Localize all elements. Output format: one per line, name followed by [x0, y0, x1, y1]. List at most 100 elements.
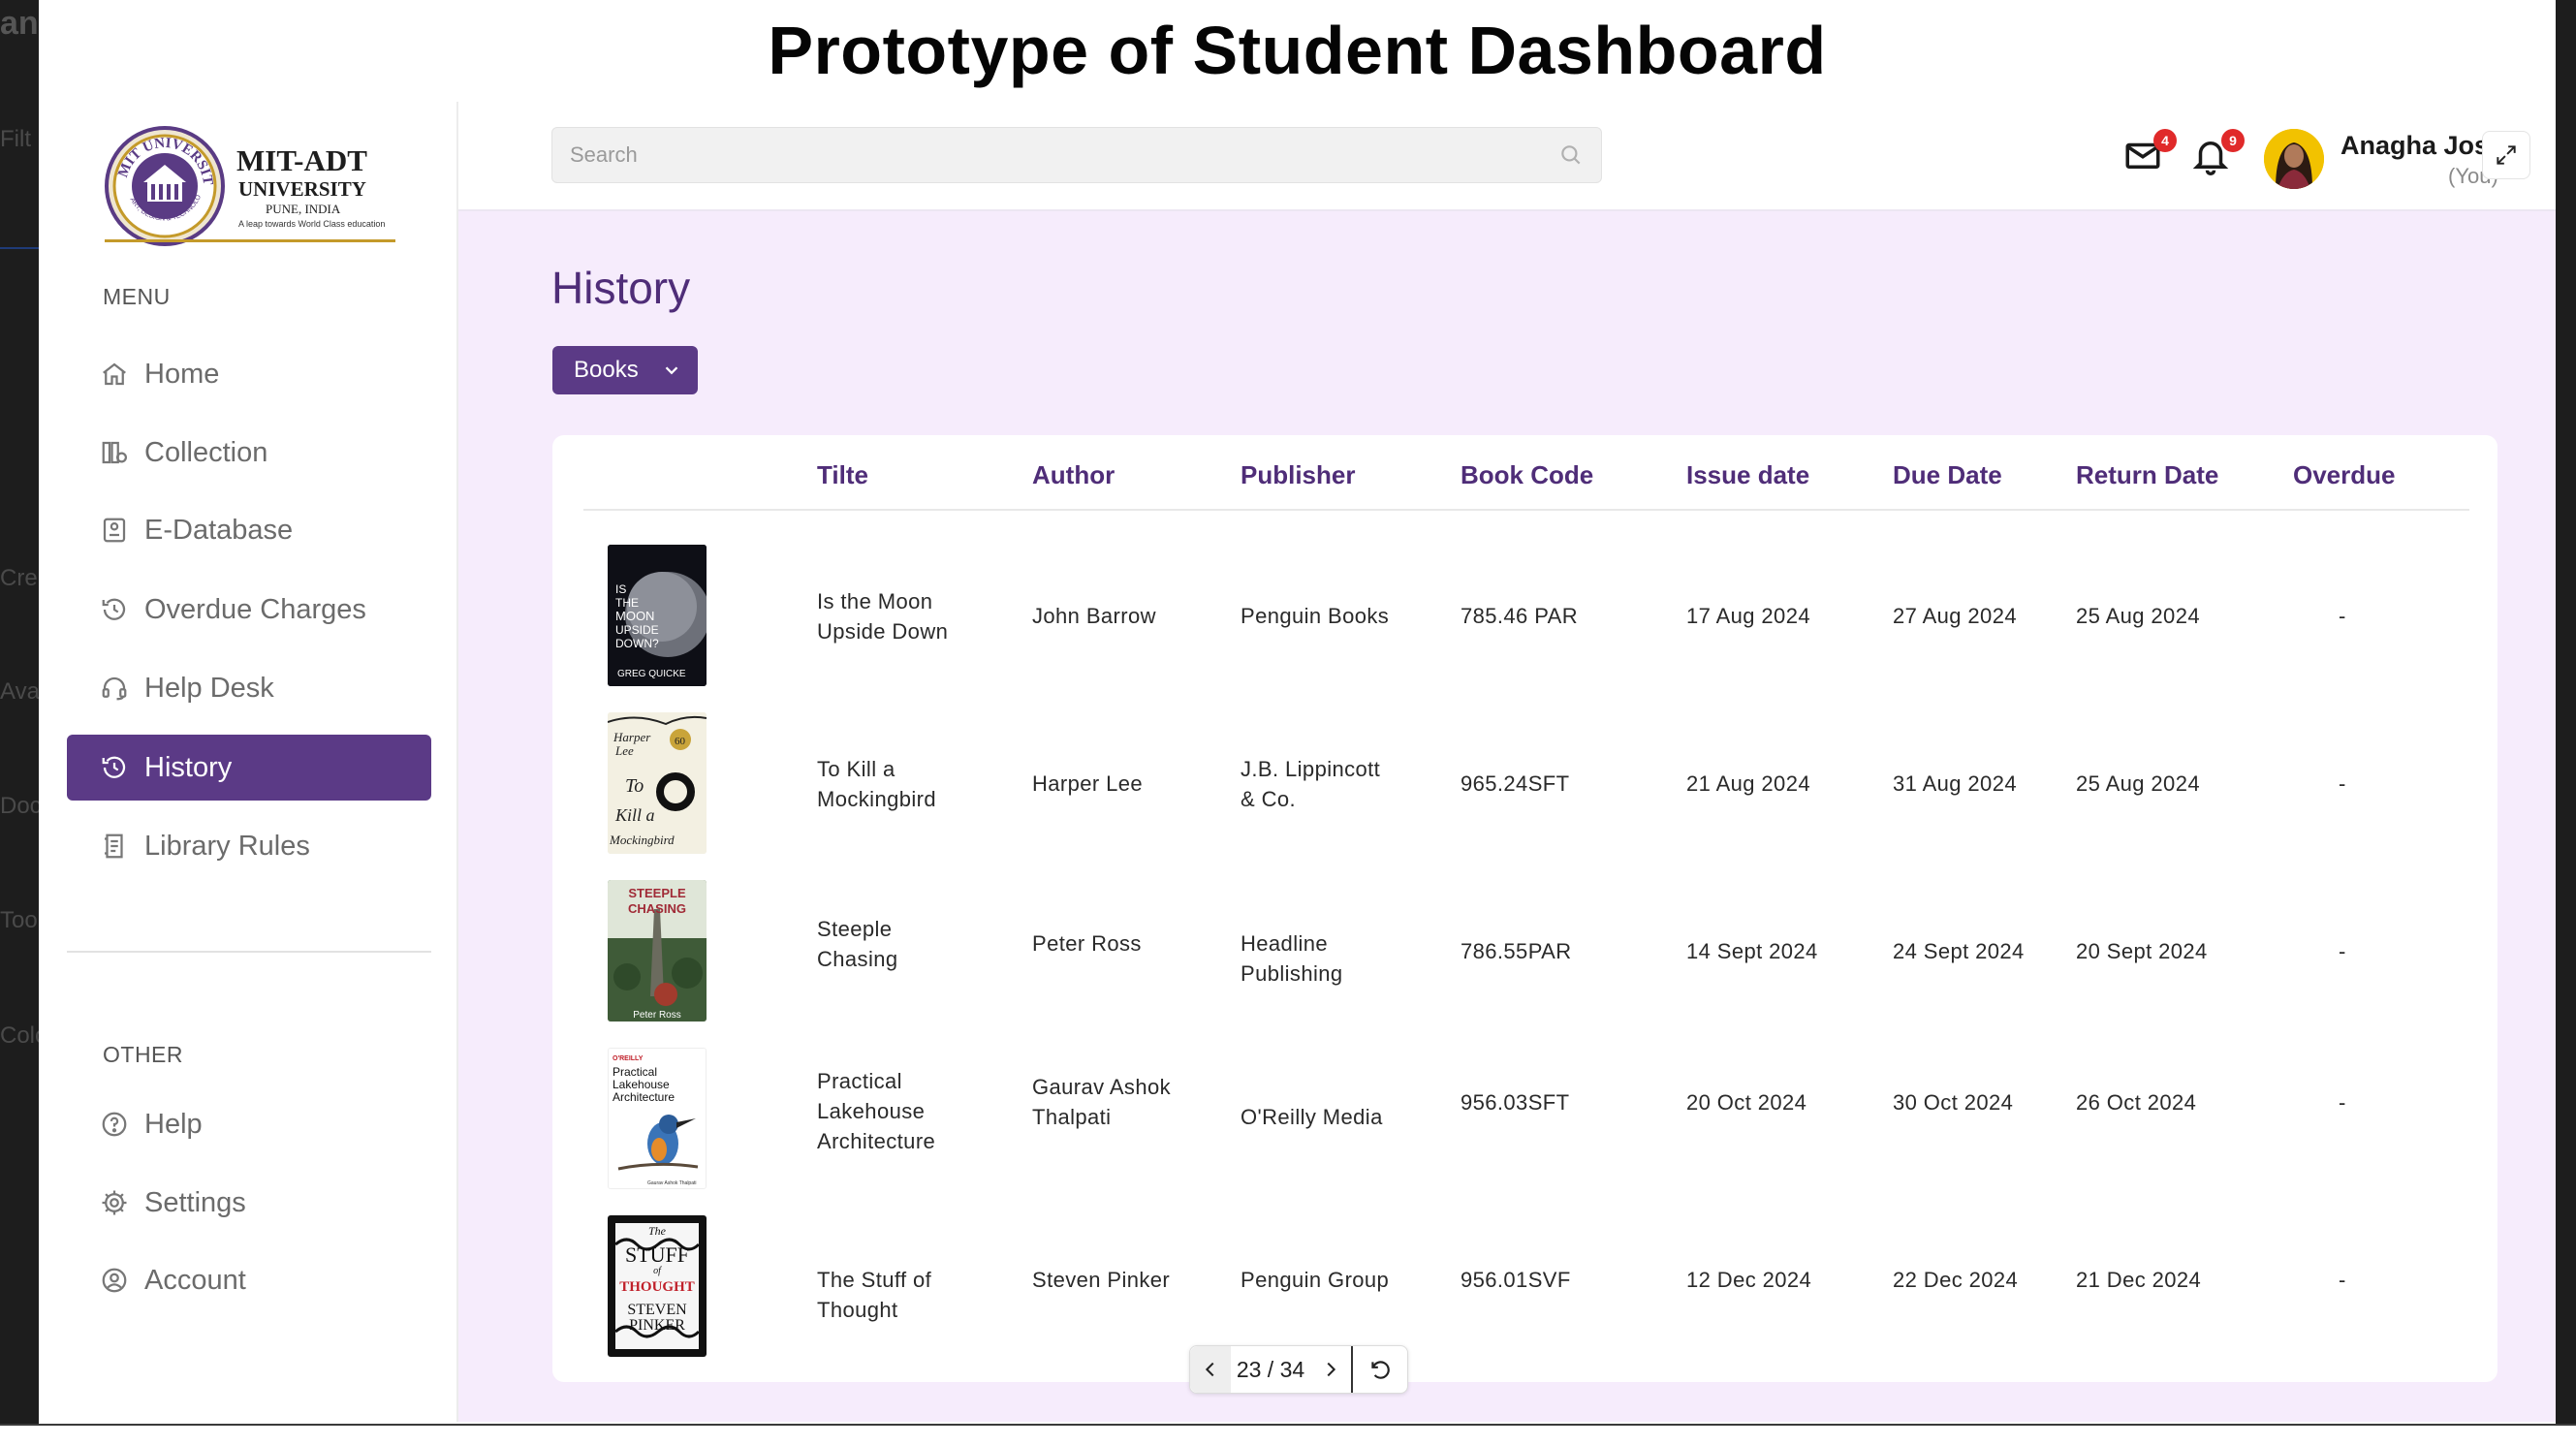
cell-overdue: -: [2339, 939, 2346, 963]
search-input[interactable]: [570, 142, 1558, 168]
previous-page-button[interactable]: [1190, 1346, 1231, 1393]
ghost-text: Tools: [0, 907, 39, 933]
cell-publisher-line: & Co.: [1241, 787, 1297, 811]
cell-title-line: The Stuff of: [817, 1268, 932, 1292]
background-window-strip: an Filt Cre Avai Docs Tools Colo: [0, 0, 39, 1446]
column-header-book-code[interactable]: Book Code: [1461, 460, 1593, 490]
sidebar-item-library-rules[interactable]: Library Rules: [67, 813, 431, 879]
column-header-return-date[interactable]: Return Date: [2076, 460, 2218, 490]
university-logo[interactable]: MIT UNIVERSITY ART, DESIGN & TECHNOLOGY …: [100, 114, 424, 247]
cover-text: Lee: [614, 743, 634, 758]
sidebar-item-label: Collection: [144, 436, 268, 468]
sidebar-item-collection[interactable]: Collection: [67, 420, 431, 486]
top-bar: 4 9 Anagha Joshi (You): [458, 102, 2556, 211]
cover-text: Mockingbird: [609, 833, 675, 847]
search-icon[interactable]: [1558, 142, 1584, 168]
reset-view-button[interactable]: [1353, 1346, 1407, 1393]
category-dropdown[interactable]: Books: [552, 346, 698, 394]
cell-title-line: To Kill a: [817, 757, 895, 781]
page-indicator: 23 / 34: [1236, 1356, 1305, 1382]
sidebar-item-help[interactable]: Help: [67, 1091, 431, 1157]
column-header-title[interactable]: Tilte: [817, 460, 868, 490]
sidebar-item-history[interactable]: History: [67, 735, 431, 801]
rules-icon: [105, 833, 123, 859]
cell-title-line: Architecture: [817, 1129, 936, 1153]
table-row[interactable]: Harper Lee 60 To Kill a Mockingbird To K…: [552, 705, 2497, 872]
sidebar-item-home[interactable]: Home: [67, 341, 431, 407]
sidebar-item-e-database[interactable]: E-Database: [67, 497, 431, 563]
avatar[interactable]: [2264, 129, 2324, 189]
sidebar-item-label: E-Database: [144, 514, 294, 546]
cell-publisher: J.B. Lippincott & Co.: [1241, 754, 1380, 814]
cell-author: Peter Ross: [1032, 931, 1142, 956]
next-page-button[interactable]: [1310, 1346, 1351, 1393]
cover-text: O'REILLY: [613, 1055, 644, 1062]
cover-text: Architecture: [613, 1090, 675, 1104]
sidebar-divider: [67, 951, 431, 953]
dropdown-label: Books: [574, 357, 639, 383]
table-row[interactable]: STEEPLE CHASING Peter Ross Steeple Chasi…: [552, 872, 2497, 1040]
cover-text: Gaurav Ashok Thalpati: [647, 1180, 697, 1186]
cell-issue-date: 20 Oct 2024: [1686, 1090, 1807, 1115]
cell-title: Is the Moon Upside Down: [817, 586, 948, 646]
cover-text: STEVEN: [627, 1302, 687, 1318]
cell-overdue: -: [2339, 604, 2346, 628]
ghost-text: Avai: [0, 678, 39, 705]
sidebar-item-account[interactable]: Account: [67, 1247, 431, 1313]
mail-button[interactable]: 4: [2122, 129, 2177, 181]
home-icon: [103, 362, 126, 386]
cell-book-code: 956.03SFT: [1461, 1090, 1570, 1115]
cell-author: John Barrow: [1032, 604, 1156, 628]
cover-text: The: [648, 1224, 667, 1238]
column-header-author[interactable]: Author: [1032, 460, 1115, 490]
column-header-due-date[interactable]: Due Date: [1893, 460, 2002, 490]
column-header-overdue[interactable]: Overdue: [2293, 460, 2396, 490]
cell-due-date: 24 Sept 2024: [1893, 939, 2025, 963]
expand-icon: [2497, 145, 2516, 165]
cell-return-date: 21 Dec 2024: [2076, 1268, 2202, 1292]
book-cover: O'REILLY Practical Lakehouse Architectur…: [608, 1048, 707, 1189]
cell-issue-date: 14 Sept 2024: [1686, 939, 1818, 963]
cell-book-code: 965.24SFT: [1461, 771, 1570, 796]
cell-return-date: 25 Aug 2024: [2076, 604, 2200, 628]
gear-icon: [102, 1190, 127, 1215]
sidebar: MIT UNIVERSITY ART, DESIGN & TECHNOLOGY …: [39, 102, 458, 1422]
notifications-button[interactable]: 9: [2190, 129, 2245, 181]
table-header: Tilte Author Publisher Book Code Issue d…: [583, 435, 2469, 511]
book-cover: The STUFF of THOUGHT STEVEN PINKER: [608, 1215, 707, 1357]
sidebar-item-help-desk[interactable]: Help Desk: [67, 655, 431, 721]
cell-author: Gaurav Ashok Thalpati: [1032, 1072, 1171, 1132]
cell-publisher: O'Reilly Media: [1241, 1105, 1383, 1129]
cell-publisher: Penguin Group: [1241, 1268, 1390, 1292]
table-row[interactable]: IS THE MOON UPSIDE DOWN? GREG QUICKE Is …: [552, 537, 2497, 705]
brand-location: PUNE, INDIA: [266, 202, 341, 216]
cell-title: To Kill a Mockingbird: [817, 754, 936, 814]
ghost-text: Cre: [0, 565, 38, 591]
cover-text: Harper: [613, 730, 651, 744]
sidebar-item-label: Account: [144, 1264, 246, 1296]
sidebar-item-overdue-charges[interactable]: Overdue Charges: [67, 577, 431, 643]
cover-text: 60: [675, 736, 686, 747]
cover-text: THE: [615, 596, 639, 610]
brand-name: MIT-ADT: [236, 143, 367, 177]
cell-book-code: 786.55PAR: [1461, 939, 1572, 963]
sidebar-item-settings[interactable]: Settings: [67, 1170, 431, 1236]
column-header-publisher[interactable]: Publisher: [1241, 460, 1355, 490]
table-row[interactable]: The STUFF of THOUGHT STEVEN PINKER The S…: [552, 1208, 2497, 1375]
cover-text: Practical: [613, 1065, 657, 1079]
search-bar[interactable]: [551, 127, 1602, 183]
cell-book-code: 956.01SVF: [1461, 1268, 1571, 1292]
column-header-issue-date[interactable]: Issue date: [1686, 460, 1809, 490]
book-cover: STEEPLE CHASING Peter Ross: [608, 880, 707, 1022]
cell-title: Practical Lakehouse Architecture: [817, 1066, 935, 1156]
sidebar-item-label: Home: [144, 358, 220, 390]
fullscreen-button[interactable]: [2482, 131, 2530, 179]
ghost-divider: [0, 247, 39, 249]
sidebar-item-label: History: [144, 751, 233, 783]
table-row[interactable]: O'REILLY Practical Lakehouse Architectur…: [552, 1040, 2497, 1208]
chevron-right-icon: [1327, 1362, 1336, 1377]
cover-text: UPSIDE: [615, 623, 659, 637]
ghost-text: an: [0, 5, 39, 42]
cell-author-line: Thalpati: [1032, 1105, 1112, 1129]
brand-name-2: UNIVERSITY: [238, 177, 366, 201]
